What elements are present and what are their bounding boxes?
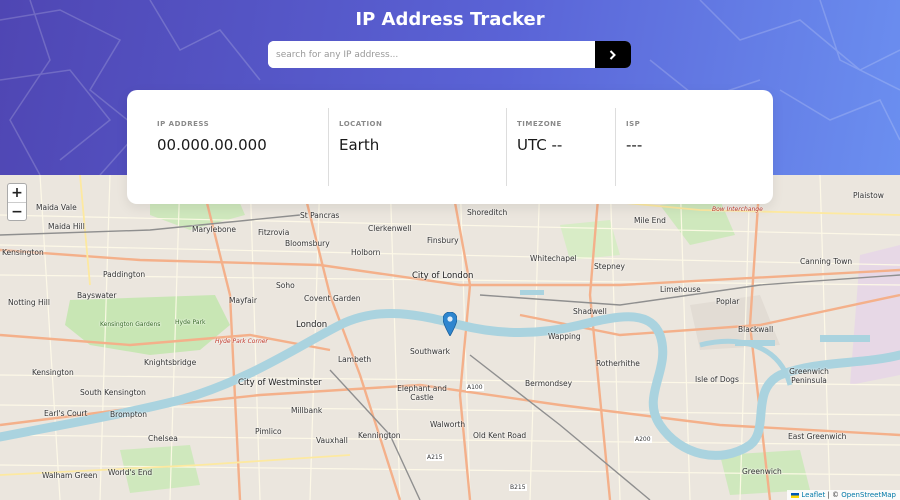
chevron-right-icon (609, 49, 616, 60)
map-label: Soho (276, 281, 295, 290)
search-submit-button[interactable] (595, 41, 631, 68)
map-label: Bow Interchange (712, 206, 763, 213)
map-label: Lambeth (338, 355, 372, 364)
map-label: Walham Green (42, 471, 98, 480)
map-label: Mile End (634, 216, 666, 225)
map-label: Shoreditch (467, 208, 508, 217)
search-bar (268, 41, 631, 68)
map-label: Kensington Gardens (100, 321, 161, 328)
map-label: Kensington (32, 368, 74, 377)
map-label: Shadwell (573, 307, 607, 316)
map-label: Greenwich (742, 467, 782, 476)
leaflet-link[interactable]: Leaflet (801, 491, 825, 499)
info-value: --- (626, 136, 643, 154)
map-label: Greenwich Peninsula (789, 367, 829, 385)
map-label: Finsbury (427, 236, 459, 245)
page-title: IP Address Tracker (355, 9, 545, 30)
zoom-in-button[interactable]: + (8, 184, 26, 202)
map-label: Canning Town (800, 257, 853, 266)
map-label: Blackwall (738, 325, 774, 334)
map-label: Covent Garden (304, 294, 361, 303)
attribution-separator: | © (825, 491, 842, 499)
map-label: Poplar (716, 297, 740, 306)
road-shield: B215 (509, 484, 527, 491)
map-label: Kennington (358, 431, 401, 440)
map-view[interactable]: Maida Vale Maida Hill Kensington Padding… (0, 175, 900, 500)
map-label: Mayfair (229, 296, 257, 305)
map-label: Knightsbridge (144, 358, 197, 367)
road-shield: A100 (466, 384, 484, 391)
map-attribution: Leaflet | © OpenStreetMap (787, 490, 900, 500)
map-label: Hyde Park (175, 319, 206, 326)
map-label: Earl's Court (44, 409, 88, 418)
map-label: City of London (412, 271, 474, 281)
map-label: Holborn (351, 248, 381, 257)
info-label: LOCATION (339, 120, 383, 128)
zoom-out-button[interactable]: − (8, 202, 26, 220)
ip-info-card: IP ADDRESS 00.000.00.000 LOCATION Earth … (127, 90, 773, 204)
info-label: ISP (626, 120, 641, 128)
map-label: Stepney (594, 262, 625, 271)
map-label: Marylebone (192, 225, 237, 234)
map-label: Bloomsbury (285, 239, 330, 248)
map-label: South Kensington (80, 388, 146, 397)
map-label: Plaistow (853, 191, 884, 200)
map-label: Bermondsey (525, 379, 573, 388)
map-label: Hyde Park Corner (215, 338, 268, 345)
map-label: Old Kent Road (473, 431, 527, 440)
map-label: Paddington (103, 270, 146, 279)
info-ip-address: IP ADDRESS 00.000.00.000 (127, 108, 328, 186)
info-location: LOCATION Earth (328, 108, 506, 186)
map-label: Whitechapel (530, 254, 577, 263)
map-label: World's End (108, 468, 153, 477)
map-label: Millbank (291, 406, 323, 415)
location-marker-icon[interactable] (443, 312, 457, 336)
zoom-control: + − (7, 183, 27, 221)
map-label: Pimlico (255, 427, 282, 436)
map-label: Maida Vale (36, 203, 77, 212)
map-label: Wapping (548, 332, 581, 341)
road-shield: A200 (634, 436, 652, 443)
info-value: Earth (339, 136, 380, 154)
map-label: Elephant and Castle (397, 384, 447, 402)
map-label: Kensington (2, 248, 44, 257)
map-label: St Pancras (300, 211, 340, 220)
ip-search-input[interactable] (268, 41, 595, 68)
osm-link[interactable]: OpenStreetMap (841, 491, 896, 499)
info-timezone: TIMEZONE UTC -- (506, 108, 615, 186)
map-label: Limehouse (660, 285, 701, 294)
map-label: Notting Hill (8, 298, 50, 307)
map-label: Vauxhall (316, 436, 348, 445)
map-label: Clerkenwell (368, 224, 412, 233)
map-label: Bayswater (77, 291, 117, 300)
map-label: Isle of Dogs (695, 375, 739, 384)
map-label: Walworth (430, 420, 466, 429)
map-label: East Greenwich (788, 432, 847, 441)
info-value: 00.000.00.000 (157, 136, 267, 154)
map-label: Southwark (410, 347, 450, 356)
map-tiles[interactable] (0, 175, 900, 500)
map-label: Chelsea (148, 434, 178, 443)
map-label: City of Westminster (238, 378, 322, 388)
map-label: Fitzrovia (258, 228, 290, 237)
map-label: Brompton (110, 410, 148, 419)
info-label: TIMEZONE (517, 120, 562, 128)
info-label: IP ADDRESS (157, 120, 210, 128)
info-isp: ISP --- (615, 108, 773, 186)
road-shield: A215 (426, 454, 444, 461)
map-label: Maida Hill (48, 222, 85, 231)
flag-icon (791, 492, 800, 498)
info-value: UTC -- (517, 136, 563, 154)
map-label: London (296, 320, 328, 330)
map-label: Rotherhithe (596, 359, 640, 368)
